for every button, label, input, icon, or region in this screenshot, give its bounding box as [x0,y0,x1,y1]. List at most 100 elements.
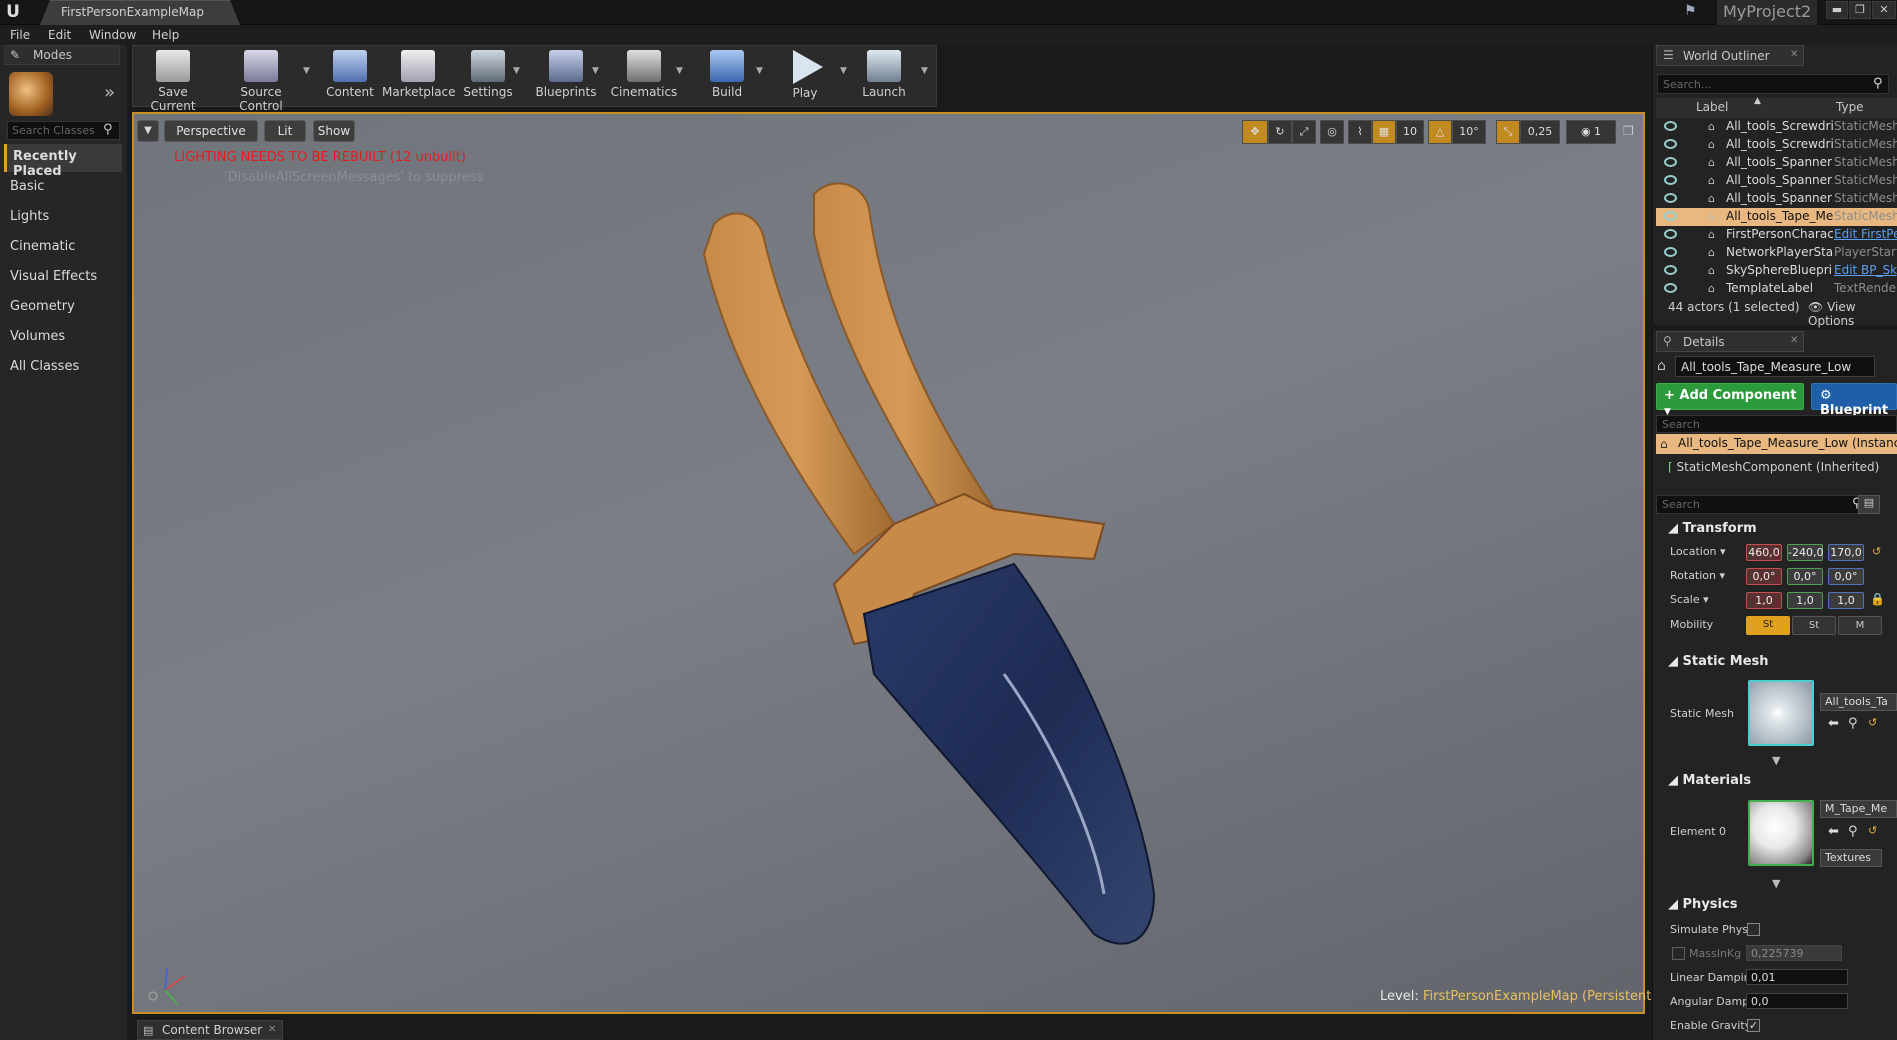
visibility-eye-icon[interactable] [1664,193,1677,203]
content-button[interactable]: Content [316,48,384,104]
world-outliner-tab[interactable]: World Outliner [1656,45,1804,66]
level-viewport[interactable] [132,112,1645,1014]
expand-advanced-icon[interactable]: ▼ [1772,877,1780,890]
grid-snap-icon[interactable]: ▦ [1372,120,1396,144]
translate-icon[interactable]: ✥ [1242,120,1268,144]
menu-edit[interactable]: Edit [48,25,71,45]
cinematics-dropdown-icon[interactable]: ▼ [676,66,686,76]
view-options-button[interactable]: 👁 View Options [1808,300,1897,328]
launch-button[interactable]: Launch [849,48,919,104]
world-space-icon[interactable]: ◎ [1320,120,1344,144]
lock-icon[interactable]: 🔒 [1870,592,1885,606]
blueprints-dropdown-icon[interactable]: ▼ [592,66,602,76]
visibility-eye-icon[interactable] [1664,157,1677,167]
source-control-dropdown-icon[interactable]: ▼ [303,66,313,76]
close-icon[interactable]: ✕ [268,1024,276,1035]
static-mesh-section[interactable]: ◢ Static Mesh [1656,653,1897,673]
location-label[interactable]: Location ▾ [1670,545,1726,558]
grid-snap-value[interactable]: 10 [1396,120,1424,144]
chevron-right-icon[interactable]: » [104,82,115,103]
details-tab[interactable]: Details [1656,331,1804,352]
lit-button[interactable]: Lit [264,120,306,142]
physics-section[interactable]: ◢ Physics [1656,896,1897,916]
material-thumbnail[interactable] [1748,800,1814,866]
menu-help[interactable]: Help [152,25,179,45]
visibility-eye-icon[interactable] [1664,139,1677,149]
location-y-field[interactable]: -240,0 [1787,544,1823,561]
place-mode-icon[interactable] [9,72,53,116]
close-icon[interactable]: ✕ [1790,49,1798,60]
reset-icon[interactable]: ↺ [1872,545,1881,558]
rotation-z-field[interactable]: 0,0° [1828,568,1864,585]
reset-icon[interactable]: ↺ [1868,716,1877,729]
visibility-eye-icon[interactable] [1664,247,1677,257]
build-button[interactable]: Build [693,48,761,104]
outliner-row[interactable]: ⌂ All_tools_ScrewdriverStaticMeshActor [1656,136,1897,154]
type-column-header[interactable]: Type [1836,100,1864,114]
mass-override-checkbox[interactable] [1672,947,1685,960]
surface-snap-icon[interactable]: ⌇ [1348,120,1372,144]
close-button[interactable]: ✕ [1872,1,1896,19]
scale-icon[interactable]: ⤢ [1292,120,1316,144]
outliner-row[interactable]: ⌂ All_tools_Spanner3StaticMeshActor [1656,190,1897,208]
outliner-row[interactable]: ⌂ FirstPersonCharacterEdit FirstPerson [1656,226,1897,244]
outliner-row[interactable]: ⌂ All_tools_Spanner1StaticMeshActor [1656,154,1897,172]
mobility-static-button[interactable]: St [1746,616,1790,635]
close-icon[interactable]: ✕ [1790,335,1798,346]
mobility-stationary-button[interactable]: St [1792,616,1836,635]
outliner-row[interactable]: ⌂ All_tools_Spanner2StaticMeshActor [1656,172,1897,190]
category-volumes[interactable]: Volumes [4,324,122,352]
use-selected-icon[interactable]: ⬅ [1828,824,1839,839]
use-selected-icon[interactable]: ⬅ [1828,716,1839,731]
menu-file[interactable]: File [10,25,30,45]
scale-label[interactable]: Scale ▾ [1670,593,1709,606]
material-dropdown[interactable]: M_Tape_Me [1820,800,1897,818]
location-x-field[interactable]: 460,0 [1746,544,1782,561]
outliner-row[interactable]: ⌂ All_tools_Tape_Measure_LowStaticMeshAct… [1656,208,1897,226]
outliner-row[interactable]: ⌂ All_tools_ScrewdriverStaticMeshActor [1656,118,1897,136]
settings-dropdown-icon[interactable]: ▼ [513,66,523,76]
visibility-eye-icon[interactable] [1664,175,1677,185]
category-basic[interactable]: Basic [4,174,122,202]
play-button[interactable]: Play [771,48,839,104]
rotation-y-field[interactable]: 0,0° [1787,568,1823,585]
visibility-eye-icon[interactable] [1664,283,1677,293]
scale-snap-icon[interactable]: ⤡ [1496,120,1520,144]
source-control-button[interactable]: Source Control [218,48,304,113]
static-mesh-thumbnail[interactable] [1748,680,1814,746]
outliner-search-input[interactable]: Search... [1657,74,1889,94]
cinematics-button[interactable]: Cinematics [609,48,679,104]
location-z-field[interactable]: 170,0 [1828,544,1864,561]
blueprints-button[interactable]: Blueprints [531,48,601,104]
content-browser-tab[interactable]: Content Browser [137,1020,283,1040]
transform-section[interactable]: ◢ Transform [1656,520,1897,540]
linear-damping-field[interactable]: 0,01 [1746,969,1848,985]
modes-tab[interactable]: Modes [4,45,120,65]
outliner-row-type[interactable]: Edit BP_Sky [1834,263,1897,277]
rotation-x-field[interactable]: 0,0° [1746,568,1782,585]
outliner-row-type[interactable]: Edit FirstPerson [1834,227,1897,241]
visibility-eye-icon[interactable] [1664,121,1677,131]
rotation-snap-icon[interactable]: △ [1428,120,1452,144]
rotation-snap-value[interactable]: 10° [1452,120,1486,144]
scale-y-field[interactable]: 1,0 [1787,592,1823,609]
feedback-icon[interactable]: ⚑ [1684,3,1702,21]
rotation-label[interactable]: Rotation ▾ [1670,569,1725,582]
visibility-eye-icon[interactable] [1664,229,1677,239]
show-button[interactable]: Show [313,120,355,142]
textures-dropdown[interactable]: Textures [1820,849,1882,867]
outliner-row[interactable]: ⌂ SkySphereBlueprint Edit BP_Sky [1656,262,1897,280]
maximize-button[interactable]: ❐ [1849,1,1871,19]
category-recently-placed[interactable]: Recently Placed [4,144,122,179]
enable-gravity-checkbox[interactable]: ✓ [1747,1019,1760,1032]
camera-speed[interactable]: ◉ 1 [1566,120,1616,144]
details-search-input[interactable]: Search [1656,495,1868,514]
category-cinematic[interactable]: Cinematic [4,234,122,262]
category-lights[interactable]: Lights [4,204,122,232]
property-matrix-icon[interactable]: ▤ [1858,495,1880,514]
build-dropdown-icon[interactable]: ▼ [756,66,766,76]
scale-snap-value[interactable]: 0,25 [1520,120,1560,144]
reset-icon[interactable]: ↺ [1868,824,1877,837]
visibility-eye-icon[interactable] [1664,211,1677,221]
settings-button[interactable]: Settings [454,48,522,104]
